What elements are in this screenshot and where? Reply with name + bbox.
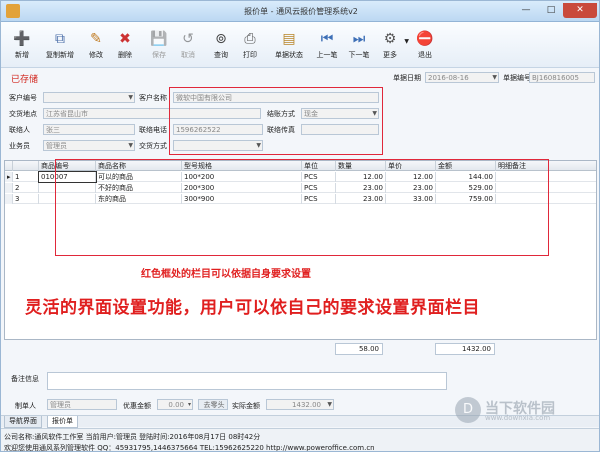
trade-label: 交货方式 — [139, 142, 167, 150]
copy-icon: ⧉ — [55, 31, 65, 47]
salesman-select[interactable]: 管理员 ▼ — [43, 140, 135, 151]
highlight-box-grid — [55, 159, 549, 256]
customer-code-label: 客户编号 — [9, 94, 37, 102]
total-qty: 58.00 — [335, 343, 383, 355]
doc-status-button[interactable]: ▤ 单据状态 — [274, 26, 304, 66]
edit-button[interactable]: ✎ 修改 — [81, 26, 111, 66]
watermark-logo-icon: D — [455, 397, 481, 423]
current-row-marker: ▸ — [5, 172, 13, 182]
phone-label: 联络电话 — [139, 126, 167, 134]
prev-icon: ⏮ — [320, 31, 334, 47]
row-header — [5, 183, 13, 193]
round-off-button[interactable]: 去零头 — [198, 399, 228, 410]
row-index: 3 — [13, 194, 39, 204]
title-bar: 报价单 - 通风云报价管理系统v2 — □ ✕ — [1, 1, 599, 22]
minimize-button[interactable]: — — [514, 3, 538, 18]
highlight-box-header — [169, 87, 383, 155]
status-line-contact: 欢迎您使用通风系列管理软件 QQ：45931795,1446375664 TEL… — [4, 444, 375, 452]
row-marker-col-header — [13, 161, 39, 171]
more-button[interactable]: ⚙ 更多 ▼ — [375, 26, 409, 66]
save-icon: 💾 — [150, 31, 168, 47]
watermark: D 当下软件园 www.downxia.com — [455, 397, 593, 423]
discount-label: 优惠金额 — [123, 402, 151, 410]
binoculars-icon: ⊚ — [215, 31, 227, 47]
row-header — [5, 194, 13, 204]
customer-code-field[interactable]: ▼ — [43, 92, 135, 103]
close-window-button[interactable]: ✕ — [563, 3, 597, 18]
annotation-note: 红色框处的栏目可以依据自身要求设置 — [141, 269, 311, 280]
dropdown-caret-icon: ▼ — [404, 38, 409, 45]
cancel-button[interactable]: ↺ 取消 — [173, 26, 203, 66]
status-bar: 公司名称:通风软件工作室 当前用户:管理员 登陆时间:2016年08月17日 0… — [1, 428, 599, 452]
query-button[interactable]: ⊚ 查询 — [206, 26, 236, 66]
customer-name-label: 客户名称 — [139, 94, 167, 102]
watermark-url: www.downxia.com — [485, 414, 551, 422]
salesman-label: 业务员 — [9, 142, 30, 150]
tab-navigation[interactable]: 导航界面 — [4, 416, 42, 428]
exit-icon: ⛔ — [416, 31, 434, 47]
clipboard-icon: ▤ — [282, 31, 296, 47]
doc-no-field[interactable]: BJ160816005 — [529, 72, 595, 83]
tab-quotation[interactable]: 报价单 — [47, 416, 78, 428]
spinner-icon: ▾ — [187, 401, 191, 408]
doc-no-label: 单据编号 — [503, 74, 531, 82]
annotation-headline: 灵活的界面设置功能，用户可以依自己的要求设置界面栏目 — [25, 298, 480, 318]
remark-label: 备注信息 — [11, 375, 39, 383]
status-line-company: 公司名称:通风软件工作室 当前用户:管理员 登陆时间:2016年08月17日 0… — [4, 433, 261, 441]
prev-record-button[interactable]: ⏮ 上一笔 — [312, 26, 342, 66]
contact-field[interactable]: 张三 — [43, 124, 135, 135]
remark-field[interactable] — [47, 372, 447, 390]
row-index: 1 — [13, 172, 39, 182]
next-record-button[interactable]: ⏭ 下一笔 — [344, 26, 374, 66]
pencil-icon: ✎ — [90, 31, 102, 47]
doc-date-label: 单据日期 — [393, 74, 421, 82]
total-amount: 1432.00 — [435, 343, 495, 355]
app-window: 报价单 - 通风云报价管理系统v2 — □ ✕ ➕ 新增 ⧉ 复制新增 ✎ 修改 ✖ 删… — [0, 0, 600, 452]
dropdown-arrow-icon: ▼ — [492, 74, 497, 81]
next-icon: ⏭ — [352, 31, 366, 47]
contact-label: 联络人 — [9, 126, 30, 134]
maximize-button[interactable]: □ — [539, 3, 563, 18]
dropdown-arrow-icon: ▼ — [327, 401, 332, 408]
exit-button[interactable]: ⛔ 退出 — [410, 26, 440, 66]
dropdown-arrow-icon: ▼ — [128, 142, 133, 149]
new-doc-icon: ➕ — [13, 31, 31, 47]
actual-field[interactable]: 1432.00 ▼ — [266, 399, 334, 410]
dropdown-arrow-icon: ▼ — [128, 94, 133, 101]
maker-label: 制单人 — [15, 402, 36, 410]
delete-button[interactable]: ✖ 删除 — [110, 26, 140, 66]
copy-new-button[interactable]: ⧉ 复制新增 — [45, 26, 75, 66]
printer-icon: ⎙ — [244, 31, 256, 47]
actual-label: 实际金额 — [232, 402, 260, 410]
delivery-label: 交货地点 — [9, 110, 37, 118]
delete-icon: ✖ — [119, 31, 131, 47]
saved-status: 已存储 — [11, 75, 39, 85]
maker-field[interactable]: 管理员 — [47, 399, 117, 410]
row-index: 2 — [13, 183, 39, 193]
print-button[interactable]: ⎙ 打印 — [235, 26, 265, 66]
discount-field[interactable]: 0.00 ▾ — [157, 399, 193, 410]
window-title: 报价单 - 通风云报价管理系统v2 — [244, 7, 358, 16]
toolbar: ➕ 新增 ⧉ 复制新增 ✎ 修改 ✖ 删除 💾 保存 ↺ 取消 ⊚ 查询 ⎙ 打印 ▤ 单据状态 … — [1, 22, 599, 68]
new-button[interactable]: ➕ 新增 — [7, 26, 37, 66]
row-header-corner — [5, 161, 13, 171]
save-button[interactable]: 💾 保存 — [144, 26, 174, 66]
undo-icon: ↺ — [182, 31, 194, 47]
doc-date-field[interactable]: 2016-08-16 ▼ — [425, 72, 499, 83]
tools-icon: ⚙ — [383, 31, 397, 47]
